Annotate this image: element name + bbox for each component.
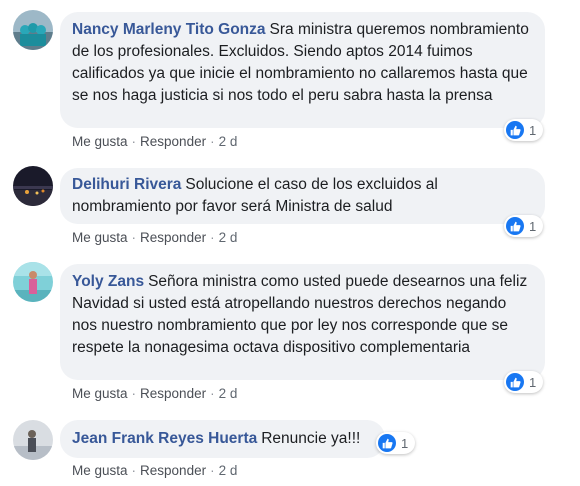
like-icon	[506, 373, 524, 391]
timestamp[interactable]: 2 d	[219, 134, 238, 149]
like-icon	[506, 121, 524, 139]
reaction-count: 1	[401, 435, 409, 451]
reaction-badge[interactable]: 1	[504, 215, 544, 237]
reaction-badge[interactable]: 1	[504, 119, 544, 141]
comment-author[interactable]: Yoly Zans	[72, 273, 144, 290]
avatar[interactable]	[13, 262, 53, 302]
reply-link[interactable]: Responder	[140, 386, 206, 401]
avatar[interactable]	[13, 420, 53, 460]
reaction-count: 1	[529, 374, 537, 390]
avatar[interactable]	[13, 166, 53, 206]
separator: ·	[131, 230, 137, 245]
reply-link[interactable]: Responder	[140, 463, 206, 478]
comment-author[interactable]: Jean Frank Reyes Huerta	[72, 430, 257, 447]
reaction-badge[interactable]: 1	[504, 371, 544, 393]
like-icon	[378, 434, 396, 452]
separator: ·	[210, 386, 215, 401]
like-icon	[506, 217, 524, 235]
like-link[interactable]: Me gusta	[72, 386, 128, 401]
separator: ·	[131, 134, 137, 149]
timestamp[interactable]: 2 d	[219, 386, 238, 401]
like-link[interactable]: Me gusta	[72, 463, 128, 478]
comment-author[interactable]: Nancy Marleny Tito Gonza	[72, 21, 266, 38]
reply-link[interactable]: Responder	[140, 230, 206, 245]
separator: ·	[210, 463, 215, 478]
comment-text: Renuncie ya!!!	[261, 430, 361, 447]
reaction-count: 1	[529, 218, 537, 234]
like-link[interactable]: Me gusta	[72, 230, 128, 245]
reaction-count: 1	[529, 122, 537, 138]
avatar[interactable]	[13, 10, 53, 50]
separator: ·	[210, 230, 215, 245]
comment-bubble: Nancy Marleny Tito Gonza Sra ministra que…	[60, 12, 545, 128]
comment-actions: Me gusta · Responder · 2 d	[72, 230, 237, 245]
comment-actions: Me gusta · Responder · 2 d	[72, 386, 237, 401]
comment-actions: Me gusta · Responder · 2 d	[72, 463, 237, 478]
reply-link[interactable]: Responder	[140, 134, 206, 149]
like-link[interactable]: Me gusta	[72, 134, 128, 149]
separator: ·	[131, 386, 137, 401]
separator: ·	[131, 463, 137, 478]
comment-bubble: Yoly Zans Señora ministra como usted pued…	[60, 264, 545, 380]
comment-bubble: Delihuri Rivera Solucione el caso de los …	[60, 168, 545, 224]
reaction-badge[interactable]: 1	[376, 432, 416, 454]
separator: ·	[210, 134, 215, 149]
comment-author[interactable]: Delihuri Rivera	[72, 176, 181, 193]
timestamp[interactable]: 2 d	[219, 230, 238, 245]
timestamp[interactable]: 2 d	[219, 463, 238, 478]
comment-bubble: Jean Frank Reyes Huerta Renuncie ya!!!	[60, 420, 385, 458]
comment-actions: Me gusta · Responder · 2 d	[72, 134, 237, 149]
